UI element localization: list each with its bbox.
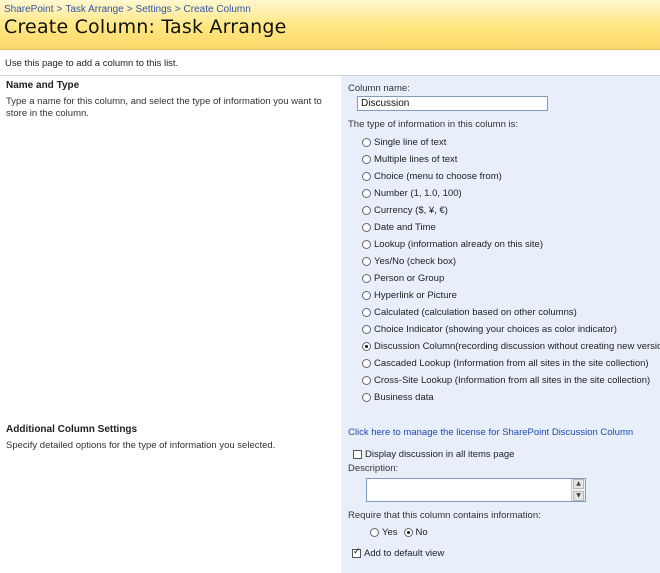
type-option-label: Number (1, 1.0, 100) xyxy=(374,187,462,199)
require-label: Require that this column contains inform… xyxy=(348,510,541,521)
type-option-lookup[interactable]: Lookup (information already on this site… xyxy=(362,237,543,251)
type-option-label: Hyperlink or Picture xyxy=(374,289,457,301)
radio-button[interactable] xyxy=(362,171,371,181)
radio-button[interactable] xyxy=(362,358,371,368)
type-option-business-data[interactable]: Business data xyxy=(362,390,434,404)
type-option-choice[interactable]: Choice (menu to choose from) xyxy=(362,169,502,183)
page-title: Create Column: Task Arrange xyxy=(4,16,287,38)
type-option-label: Cross-Site Lookup (Information from all … xyxy=(374,374,651,386)
column-name-input[interactable] xyxy=(357,96,548,111)
radio-button-selected[interactable] xyxy=(362,341,371,351)
type-option-label: Date and Time xyxy=(374,221,436,233)
radio-button[interactable] xyxy=(362,324,371,334)
type-option-label: Currency ($, ¥, €) xyxy=(374,204,448,216)
breadcrumb-sharepoint[interactable]: SharePoint xyxy=(4,4,53,15)
radio-button[interactable] xyxy=(362,256,371,266)
type-option-person-group[interactable]: Person or Group xyxy=(362,271,444,285)
breadcrumb-separator: > xyxy=(126,4,133,15)
add-default-view-checkbox[interactable] xyxy=(352,547,361,558)
type-option-number[interactable]: Number (1, 1.0, 100) xyxy=(362,186,462,200)
radio-button[interactable] xyxy=(362,188,371,198)
breadcrumb-create-column[interactable]: Create Column xyxy=(184,4,251,15)
license-link[interactable]: Click here to manage the license for Sha… xyxy=(348,427,633,438)
textarea-scrollbar[interactable]: ▲ ▼ xyxy=(571,479,585,501)
scroll-down-icon[interactable]: ▼ xyxy=(573,491,584,501)
breadcrumb: SharePoint > Task Arrange > Settings > Create … xyxy=(4,4,251,15)
type-option-label: Cascaded Lookup (Information from all si… xyxy=(374,357,649,369)
section-description: Specify detailed options for the type of… xyxy=(6,440,276,451)
type-option-label: Multiple lines of text xyxy=(374,153,458,165)
breadcrumb-separator: > xyxy=(174,4,181,15)
add-default-view-option[interactable]: Add to default view xyxy=(352,547,445,559)
additional-settings-info: Additional Column Settings Specify detai… xyxy=(0,419,341,573)
type-option-cross-site-lookup[interactable]: Cross-Site Lookup (Information from all … xyxy=(362,373,650,387)
type-option-discussion-column[interactable]: Discussion Column(recording discussion w… xyxy=(362,339,660,353)
radio-button[interactable] xyxy=(362,222,371,232)
radio-button[interactable] xyxy=(362,137,371,147)
radio-button[interactable] xyxy=(362,239,371,249)
radio-button[interactable] xyxy=(362,375,371,385)
type-label: The type of information in this column i… xyxy=(348,119,519,130)
scroll-up-icon[interactable]: ▲ xyxy=(573,479,584,489)
description-textarea[interactable]: ▲ ▼ xyxy=(366,478,586,502)
breadcrumb-settings[interactable]: Settings xyxy=(136,4,172,15)
type-option-label: Calculated (calculation based on other c… xyxy=(374,306,577,318)
type-option-label: Business data xyxy=(374,391,434,403)
type-option-cascaded-lookup[interactable]: Cascaded Lookup (Information from all si… xyxy=(362,356,649,370)
type-option-currency[interactable]: Currency ($, ¥, €) xyxy=(362,203,448,217)
description-label: Description: xyxy=(348,463,399,474)
type-option-label: Lookup (information already on this site… xyxy=(374,238,543,250)
type-option-label: Choice (menu to choose from) xyxy=(374,170,502,182)
radio-button[interactable] xyxy=(362,154,371,164)
type-option-label: Person or Group xyxy=(374,272,445,284)
display-discussion-option[interactable]: Display discussion in all items page xyxy=(353,449,514,460)
display-discussion-checkbox[interactable] xyxy=(353,450,362,459)
type-option-label: Choice Indicator (showing your choices a… xyxy=(374,323,617,335)
type-option-label: Discussion Column(recording discussion w… xyxy=(374,340,660,352)
name-and-type-info: Name and Type Type a name for this colum… xyxy=(0,76,341,419)
require-yes-label: Yes xyxy=(382,526,398,538)
type-option-label: Yes/No (check box) xyxy=(374,255,457,267)
type-option-hyperlink[interactable]: Hyperlink or Picture xyxy=(362,288,457,302)
type-option-choice-indicator[interactable]: Choice Indicator (showing your choices a… xyxy=(362,322,617,336)
type-option-yes-no[interactable]: Yes/No (check box) xyxy=(362,254,456,268)
radio-button[interactable] xyxy=(362,307,371,317)
section-title: Name and Type xyxy=(6,80,80,91)
breadcrumb-separator: > xyxy=(56,4,63,15)
radio-button[interactable] xyxy=(362,392,371,402)
radio-button[interactable] xyxy=(362,290,371,300)
require-no-label: No xyxy=(415,526,428,538)
radio-button[interactable] xyxy=(362,205,371,215)
radio-button-selected[interactable] xyxy=(403,527,413,537)
type-option-multiple-lines[interactable]: Multiple lines of text xyxy=(362,152,457,166)
type-option-calculated[interactable]: Calculated (calculation based on other c… xyxy=(362,305,577,319)
column-name-label: Column name: xyxy=(348,83,410,94)
section-description: Type a name for this column, and select … xyxy=(6,96,322,119)
page-intro: Use this page to add a column to this li… xyxy=(5,58,179,69)
require-yes-option[interactable]: Yes No xyxy=(370,525,428,539)
radio-button[interactable] xyxy=(362,273,371,283)
type-option-single-line[interactable]: Single line of text xyxy=(362,135,446,149)
title-band: SharePoint > Task Arrange > Settings > Create … xyxy=(0,0,660,50)
type-option-label: Single line of text xyxy=(374,136,447,148)
breadcrumb-task-arrange[interactable]: Task Arrange xyxy=(65,4,123,15)
add-default-view-label: Add to default view xyxy=(364,548,445,559)
type-option-date-time[interactable]: Date and Time xyxy=(362,220,436,234)
display-discussion-label: Display discussion in all items page xyxy=(365,449,515,460)
radio-button[interactable] xyxy=(370,527,379,537)
section-title: Additional Column Settings xyxy=(6,424,138,435)
